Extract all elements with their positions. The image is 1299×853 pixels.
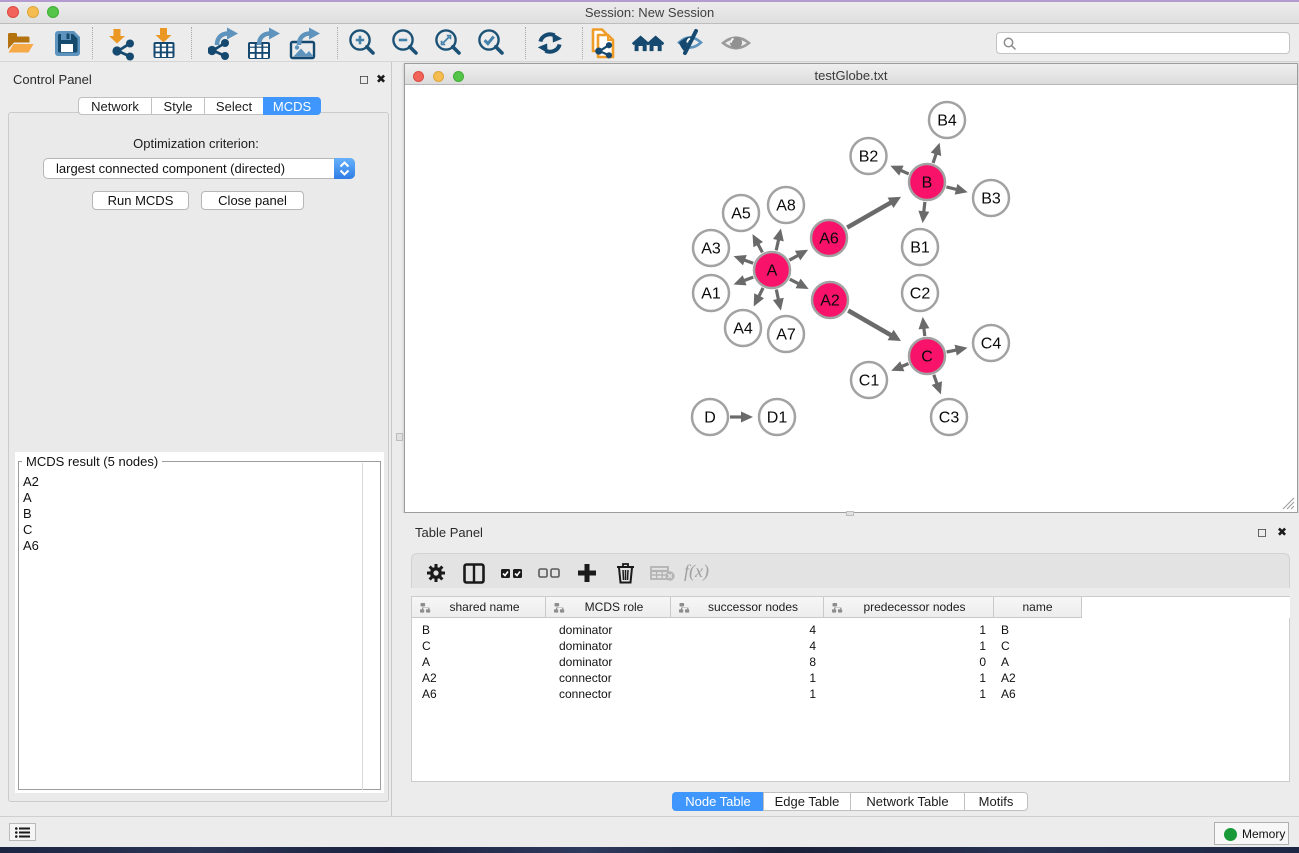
svg-text:B: B [922,175,933,192]
svg-text:A1: A1 [701,286,721,303]
svg-text:B2: B2 [859,149,879,166]
svg-text:D1: D1 [767,410,788,427]
svg-text:C2: C2 [910,286,931,303]
svg-text:A2: A2 [820,293,840,310]
svg-text:A8: A8 [776,198,796,215]
svg-text:B1: B1 [910,240,930,257]
svg-text:A5: A5 [731,206,751,223]
svg-text:A3: A3 [701,241,721,258]
svg-text:C3: C3 [939,410,960,427]
svg-text:C: C [921,349,933,366]
svg-text:A6: A6 [819,231,839,248]
svg-text:A4: A4 [733,321,753,338]
svg-text:D: D [704,410,716,427]
svg-text:C4: C4 [981,336,1002,353]
svg-text:B4: B4 [937,113,957,130]
svg-text:B3: B3 [981,191,1001,208]
svg-text:A: A [767,263,778,280]
svg-text:A7: A7 [776,327,796,344]
svg-text:C1: C1 [859,373,880,390]
